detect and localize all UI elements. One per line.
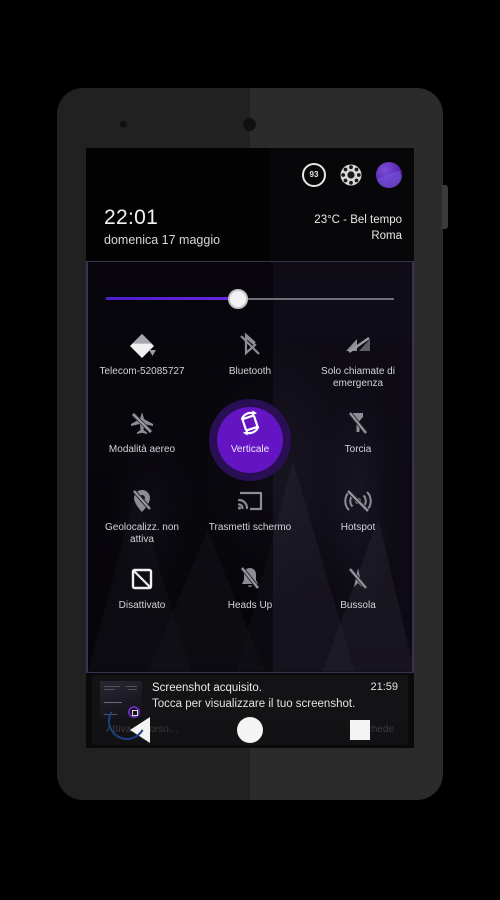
tile-cast[interactable]: Trasmetti schermo bbox=[196, 480, 304, 556]
wifi-icon bbox=[127, 330, 157, 360]
notification-time: 21:59 bbox=[370, 681, 398, 693]
airplane-off-icon bbox=[128, 408, 156, 438]
tile-label: Hotspot bbox=[340, 522, 376, 533]
battery-level-text: 93 bbox=[309, 170, 319, 179]
gear-icon[interactable] bbox=[339, 163, 363, 187]
tile-label: Solo chiamate di emergenza bbox=[321, 366, 395, 389]
power-button[interactable] bbox=[442, 185, 448, 229]
screen-rotation-icon bbox=[235, 408, 265, 438]
tile-label: Trasmetti schermo bbox=[208, 522, 292, 533]
tile-label: Bluetooth bbox=[228, 366, 272, 377]
tile-label: Geolocalizz. non attiva bbox=[105, 522, 179, 545]
tile-flashlight[interactable]: Torcia bbox=[304, 402, 412, 478]
clock-time: 22:01 bbox=[104, 206, 159, 229]
recents-button[interactable] bbox=[350, 720, 371, 740]
clock-date: domenica 17 maggio bbox=[104, 233, 221, 247]
notification-subtitle: Tocca per visualizzare il tuo screenshot… bbox=[152, 698, 356, 710]
tile-wifi[interactable]: Telecom-52085727 bbox=[88, 324, 196, 400]
tile-label: Telecom-52085727 bbox=[99, 366, 185, 377]
home-button[interactable] bbox=[236, 717, 263, 743]
brightness-fill bbox=[106, 297, 242, 300]
bluetooth-off-icon bbox=[237, 330, 263, 360]
weather-condition: 23°C - Bel tempo bbox=[314, 214, 402, 226]
tile-label: Verticale bbox=[230, 444, 270, 455]
hotspot-off-icon bbox=[344, 486, 372, 516]
brightness-knob[interactable] bbox=[228, 289, 249, 309]
tile-airplane[interactable]: Modalità aereo bbox=[88, 402, 196, 478]
tile-bluetooth[interactable]: Bluetooth bbox=[196, 324, 304, 400]
navigation-bar bbox=[86, 697, 414, 748]
header-icon-row: 93 bbox=[302, 162, 402, 188]
tile-label: Torcia bbox=[344, 444, 372, 455]
flashlight-off-icon bbox=[345, 408, 371, 438]
screenshot-off-icon bbox=[129, 564, 155, 594]
brightness-slider[interactable] bbox=[106, 289, 394, 309]
cell-signal-off-icon bbox=[343, 330, 373, 360]
notification-body: Screenshot acquisito. Tocca per visualiz… bbox=[142, 681, 400, 712]
status-header: 93 22:01 domenica 17 maggio 23°C - Bel t… bbox=[86, 148, 414, 261]
battery-circle-icon: 93 bbox=[302, 163, 326, 187]
weather-widget[interactable]: 23°C - Bel tempo Roma bbox=[314, 212, 402, 244]
notification-title: Screenshot acquisito. bbox=[152, 682, 262, 694]
tile-label: Modalità aereo bbox=[108, 444, 176, 455]
tile-label: Heads Up bbox=[227, 600, 273, 611]
bell-off-icon bbox=[237, 564, 263, 594]
tile-hotspot[interactable]: Hotspot bbox=[304, 480, 412, 556]
proximity-sensor bbox=[120, 121, 127, 128]
cast-icon bbox=[235, 486, 265, 516]
quick-settings-tiles: Telecom-52085727 Bluetooth Solo chiamate… bbox=[88, 324, 412, 634]
tile-headsup[interactable]: Heads Up bbox=[196, 558, 304, 634]
tile-screenshot[interactable]: Disattivato bbox=[88, 558, 196, 634]
tile-label: Disattivato bbox=[118, 600, 166, 611]
screenshot-stage: 93 22:01 domenica 17 maggio 23°C - Bel t… bbox=[0, 0, 500, 900]
tile-label: Bussola bbox=[340, 600, 376, 611]
tile-compass[interactable]: Bussola bbox=[304, 558, 412, 634]
location-off-icon bbox=[129, 486, 155, 516]
quick-settings-panel: Telecom-52085727 Bluetooth Solo chiamate… bbox=[86, 261, 414, 673]
front-camera bbox=[243, 118, 256, 131]
phone-screen: 93 22:01 domenica 17 maggio 23°C - Bel t… bbox=[86, 148, 414, 748]
avatar[interactable] bbox=[376, 162, 402, 188]
compass-off-icon bbox=[345, 564, 371, 594]
weather-location: Roma bbox=[371, 230, 402, 242]
tile-location[interactable]: Geolocalizz. non attiva bbox=[88, 480, 196, 556]
tile-rotation[interactable]: Verticale bbox=[196, 399, 304, 481]
tile-signal[interactable]: Solo chiamate di emergenza bbox=[304, 324, 412, 400]
